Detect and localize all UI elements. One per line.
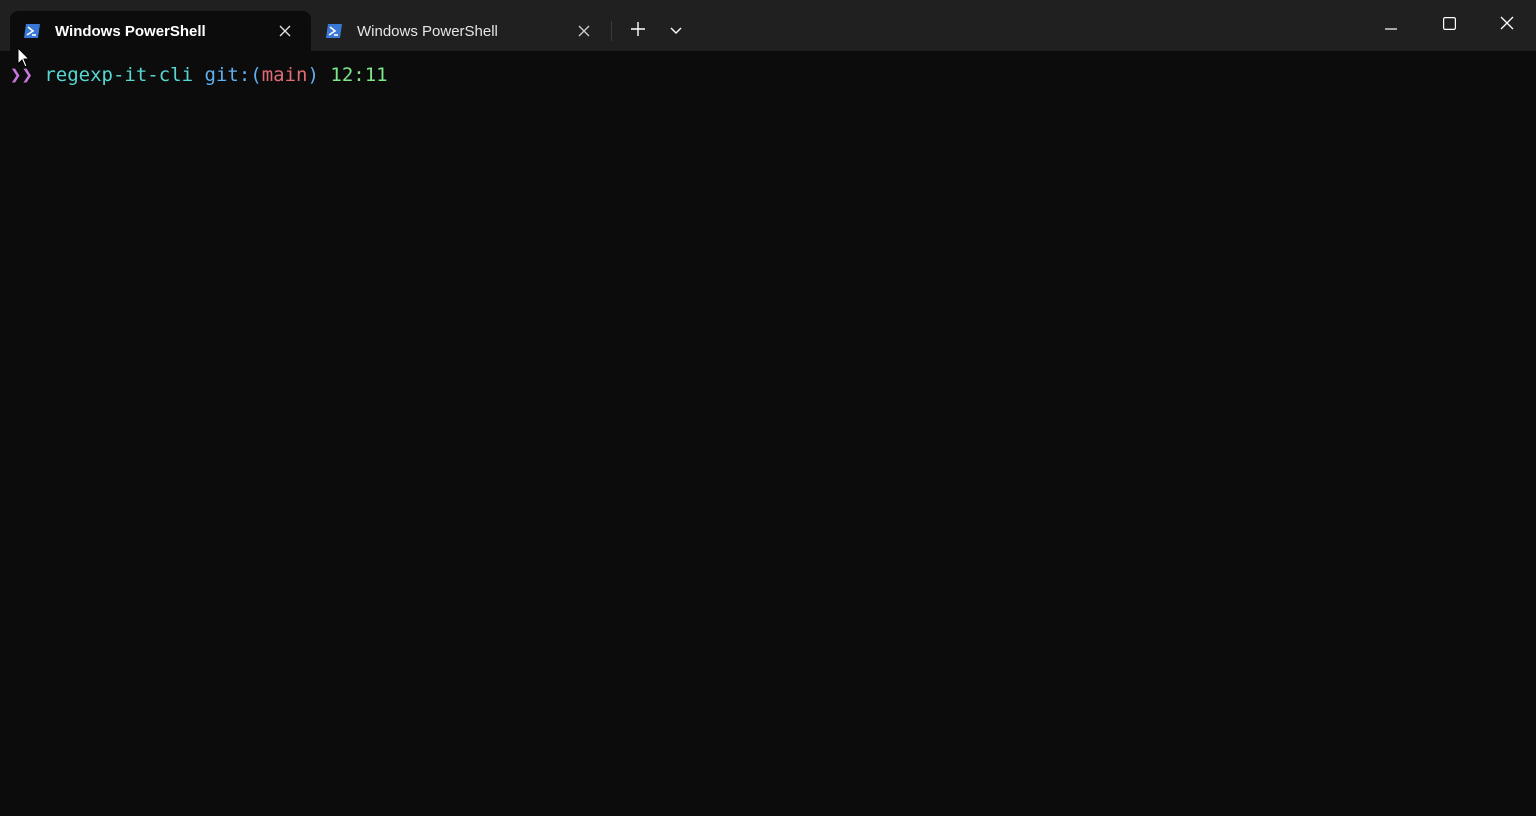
minimize-icon bbox=[1385, 17, 1397, 35]
tab-title: Windows PowerShell bbox=[55, 22, 206, 40]
tab-bar: Windows PowerShell Windows PowerShell bbox=[0, 0, 1536, 51]
close-window-button[interactable] bbox=[1478, 0, 1536, 51]
prompt-line: ❯❯ regexp-it-cli git:(main) 12:11 bbox=[10, 63, 388, 87]
close-icon bbox=[1500, 16, 1514, 35]
tab-powershell-2[interactable]: Windows PowerShell bbox=[312, 11, 610, 51]
git-prefix: git:( bbox=[204, 64, 262, 86]
current-directory: regexp-it-cli bbox=[44, 64, 194, 86]
terminal-window: Windows PowerShell Windows PowerShell ❯❯… bbox=[0, 0, 1536, 816]
new-tab-button[interactable] bbox=[622, 16, 654, 46]
close-tab-icon[interactable] bbox=[569, 16, 599, 46]
minimize-button[interactable] bbox=[1362, 0, 1420, 51]
powershell-icon bbox=[325, 23, 343, 39]
maximize-button[interactable] bbox=[1420, 0, 1478, 51]
git-branch: main bbox=[261, 64, 308, 86]
close-tab-icon[interactable] bbox=[270, 16, 300, 46]
tab-separator bbox=[611, 21, 612, 41]
profile-dropdown-button[interactable] bbox=[661, 16, 691, 46]
terminal-output[interactable]: ❯❯ regexp-it-cli git:(main) 12:11 bbox=[0, 51, 1536, 816]
tab-title: Windows PowerShell bbox=[357, 22, 498, 40]
prompt-time: 12:11 bbox=[330, 64, 388, 86]
chevron-down-icon bbox=[670, 22, 682, 40]
plus-icon bbox=[631, 21, 645, 41]
git-suffix: ) bbox=[307, 64, 319, 86]
tab-powershell-1[interactable]: Windows PowerShell bbox=[10, 11, 311, 51]
powershell-icon bbox=[23, 23, 41, 39]
maximize-icon bbox=[1442, 16, 1456, 35]
mouse-pointer-icon bbox=[17, 46, 31, 69]
